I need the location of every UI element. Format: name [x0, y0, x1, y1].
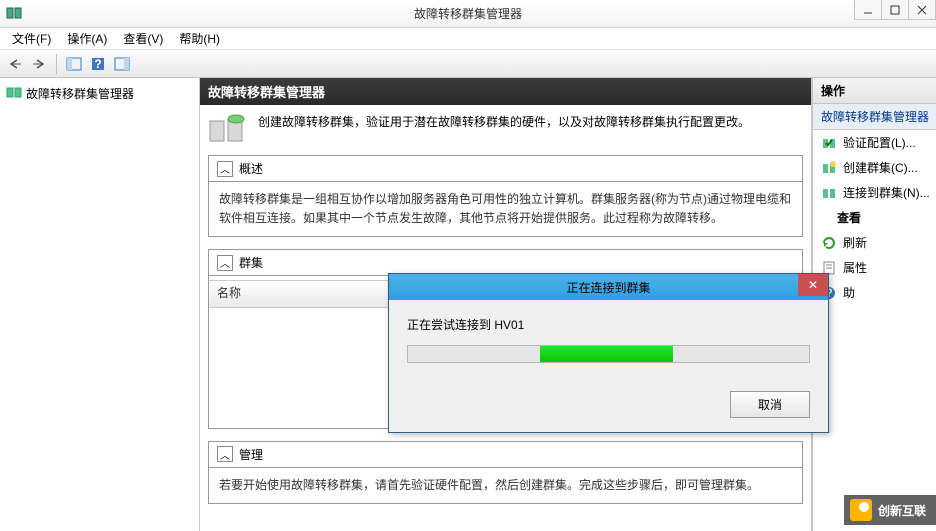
window-title: 故障转移群集管理器	[414, 5, 522, 22]
menu-help[interactable]: 帮助(H)	[171, 28, 228, 49]
close-button[interactable]	[908, 0, 936, 20]
minimize-button[interactable]	[854, 0, 882, 20]
server-cluster-icon	[208, 113, 248, 145]
menu-bar: 文件(F) 操作(A) 查看(V) 帮助(H)	[0, 28, 936, 50]
action-create-cluster[interactable]: 创建群集(C)...	[813, 155, 936, 180]
show-hide-actions-button[interactable]	[111, 53, 133, 75]
manage-text: 若要开始使用故障转移群集，请首先验证硬件配置，然后创建群集。完成这些步骤后，即可…	[209, 468, 802, 503]
toolbar-separator	[56, 54, 57, 74]
dialog-close-button[interactable]: ✕	[798, 274, 828, 296]
intro-row: 创建故障转移群集，验证用于潜在故障转移群集的硬件，以及对故障转移群集执行配置更改…	[208, 113, 803, 145]
refresh-icon	[821, 235, 837, 251]
validate-icon	[821, 135, 837, 151]
center-header: 故障转移群集管理器	[200, 78, 811, 105]
action-properties[interactable]: 属性	[813, 255, 936, 280]
menu-view[interactable]: 查看(V)	[115, 28, 171, 49]
watermark-logo-icon	[850, 499, 872, 521]
progress-bar	[407, 345, 810, 363]
collapse-icon: ︿	[217, 255, 233, 271]
watermark-text: 创新互联	[878, 502, 926, 519]
maximize-button[interactable]	[881, 0, 909, 20]
back-button[interactable]	[4, 53, 26, 75]
app-icon	[6, 5, 22, 21]
toolbar: ?	[0, 50, 936, 78]
menu-action[interactable]: 操作(A)	[59, 28, 115, 49]
menu-file[interactable]: 文件(F)	[4, 28, 59, 49]
dialog-title-bar[interactable]: 正在连接到群集 ✕	[389, 274, 828, 300]
show-hide-tree-button[interactable]	[63, 53, 85, 75]
manage-group: ︿ 管理 若要开始使用故障转移群集，请首先验证硬件配置，然后创建群集。完成这些步…	[208, 441, 803, 504]
actions-subheader: 故障转移群集管理器	[813, 104, 936, 130]
action-label: 刷新	[843, 234, 867, 251]
cluster-icon	[6, 84, 22, 103]
create-cluster-icon	[821, 160, 837, 176]
help-button[interactable]: ?	[87, 53, 109, 75]
window-controls	[855, 0, 936, 20]
clusters-title: 群集	[239, 254, 263, 271]
action-connect-cluster[interactable]: 连接到群集(N)...	[813, 180, 936, 205]
overview-header[interactable]: ︿ 概述	[209, 156, 802, 182]
actions-header: 操作	[813, 78, 936, 104]
manage-header[interactable]: ︿ 管理	[209, 442, 802, 468]
connect-cluster-icon	[821, 185, 837, 201]
cancel-button[interactable]: 取消	[730, 391, 810, 418]
action-refresh[interactable]: 刷新	[813, 230, 936, 255]
action-label: 连接到群集(N)...	[843, 184, 930, 201]
action-help[interactable]: ? 助	[813, 280, 936, 305]
collapse-icon: ︿	[217, 161, 233, 177]
progress-indicator	[540, 346, 672, 362]
actions-view-header[interactable]: 查看	[813, 205, 936, 230]
dialog-message: 正在尝试连接到 HV01	[407, 316, 810, 333]
tree-root-node[interactable]: 故障转移群集管理器	[4, 82, 195, 105]
intro-text: 创建故障转移群集，验证用于潜在故障转移群集的硬件，以及对故障转移群集执行配置更改…	[258, 113, 750, 145]
action-label: 验证配置(L)...	[843, 134, 916, 151]
dialog-title: 正在连接到群集	[566, 279, 650, 296]
action-label: 创建群集(C)...	[843, 159, 918, 176]
title-bar: 故障转移群集管理器	[0, 0, 936, 28]
connecting-dialog: 正在连接到群集 ✕ 正在尝试连接到 HV01 取消	[388, 273, 829, 433]
tree-pane: 故障转移群集管理器	[0, 78, 200, 531]
watermark: 创新互联	[844, 495, 936, 525]
overview-group: ︿ 概述 故障转移群集是一组相互协作以增加服务器角色可用性的独立计算机。群集服务…	[208, 155, 803, 237]
svg-text:?: ?	[94, 57, 101, 71]
action-label: 属性	[843, 259, 867, 276]
manage-title: 管理	[239, 446, 263, 463]
actions-pane: 操作 故障转移群集管理器 验证配置(L)... 创建群集(C)... 连接到群集…	[811, 78, 936, 531]
collapse-icon: ︿	[217, 446, 233, 462]
action-validate-config[interactable]: 验证配置(L)...	[813, 130, 936, 155]
tree-root-label: 故障转移群集管理器	[26, 85, 134, 102]
overview-text: 故障转移群集是一组相互协作以增加服务器角色可用性的独立计算机。群集服务器(称为节…	[209, 182, 802, 236]
overview-title: 概述	[239, 160, 263, 177]
forward-button[interactable]	[28, 53, 50, 75]
action-label: 助	[843, 284, 855, 301]
